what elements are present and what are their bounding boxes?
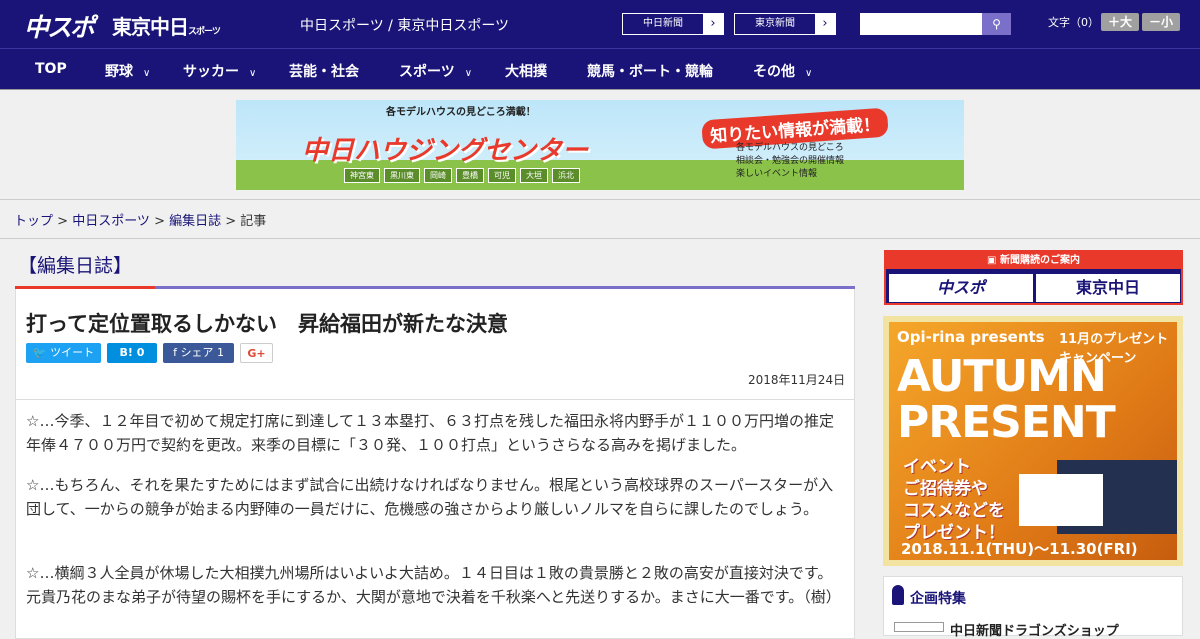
ad-subtext-line: コスメなどを [903, 501, 1005, 521]
facebook-count: 1 [216, 346, 224, 359]
breadcrumb-current: 記事 [240, 214, 267, 229]
ad-headline-line: AUTUMN [897, 351, 1107, 402]
banner-tag: 岡崎 [424, 168, 452, 183]
breadcrumb-sep: > [53, 214, 73, 229]
ad-dates: 2018.11.1(THU)～11.30(FRI) [901, 540, 1138, 558]
chevron-down-icon: ∨ [143, 68, 151, 79]
nav-item-label: その他 [753, 64, 795, 80]
twitter-icon: 🐦 [32, 346, 47, 359]
nav-item-top[interactable]: TOP [35, 61, 67, 77]
tweet-label: ツイート [50, 346, 95, 359]
banner-list-item: 楽しいイベント情報 [736, 169, 818, 179]
nav-item-sumo[interactable]: 大相撲 [505, 61, 547, 81]
main-nav: TOP 野球 ∨ サッカー ∨ 芸能・社会 スポーツ ∨ 大相撲 競馬・ボート・競輪 … [0, 48, 1200, 89]
breadcrumb-diary-link[interactable]: 編集日誌 [169, 214, 221, 229]
ad-brand: Opi-rina presents [897, 328, 1045, 346]
nav-item-racing[interactable]: 競馬・ボート・競輪 [587, 61, 713, 81]
banner-tag: 豊橋 [456, 168, 484, 183]
breadcrumb-top-link[interactable]: トップ [14, 214, 53, 229]
subscribe-tokyo-button[interactable]: 東京中日 [1036, 274, 1180, 302]
subscribe-title-text: 新聞購読のご案内 [999, 255, 1080, 266]
breadcrumb: トップ > 中日スポーツ > 編集日誌 > 記事 [14, 210, 266, 229]
facebook-share-button[interactable]: f シェア 1 [163, 343, 234, 363]
logo-tokyo-text: 東京中日 [112, 15, 189, 39]
search-icon: ⚲ [992, 17, 1001, 31]
article-title: 打って定位置取るしかない 昇給福田が新たな決意 [26, 312, 508, 336]
chevron-right-icon: › [703, 14, 723, 34]
breadcrumb-chunichi-link[interactable]: 中日スポーツ [72, 214, 150, 229]
font-larger-button[interactable]: ＋大 [1101, 13, 1139, 31]
nav-item-label: サッカー [183, 64, 239, 80]
hatena-icon: B! [119, 346, 133, 359]
nav-item-soccer[interactable]: サッカー ∨ [183, 61, 256, 81]
ribbon-icon [892, 585, 904, 605]
logo-tokyo-sub: スポーツ [188, 27, 221, 37]
banner-main-text: 中日ハウジングセンター [302, 136, 589, 166]
paper-button-label: 中日新聞 [643, 18, 683, 29]
banner-list-item: 各モデルハウスの見どころ [736, 143, 844, 153]
banner-tag: 黒川東 [384, 168, 420, 183]
nav-item-sports[interactable]: スポーツ ∨ [399, 61, 472, 81]
chevron-down-icon: ∨ [805, 68, 813, 79]
font-smaller-button[interactable]: －小 [1142, 13, 1180, 31]
ad-subtext-line: イベント [903, 457, 971, 477]
ad-subtext-line: ご招待券や [903, 479, 988, 499]
subscribe-chusupo-button[interactable]: 中スポ [889, 274, 1033, 302]
breadcrumb-bottom-border [0, 238, 1200, 239]
hatena-button[interactable]: B! 0 [107, 343, 157, 363]
ad-headline: AUTUMN PRESENT [897, 351, 1116, 448]
chevron-right-icon: › [815, 14, 835, 34]
banner-tag: 浜北 [552, 168, 580, 183]
tokyo-chunichi-logo[interactable]: 東京中日スポーツ [112, 11, 221, 40]
ad-subtext: イベント ご招待券や コスメなどを プレゼント！ [903, 456, 1005, 544]
nav-item-entertainment[interactable]: 芸能・社会 [289, 61, 359, 81]
chunichi-shimbun-button[interactable]: 中日新聞 › [622, 13, 724, 35]
site-title: 中日スポーツ / 東京中日スポーツ [300, 18, 510, 34]
banner-tags: 神宮東 黒川東 岡崎 豊橋 可児 大垣 浜北 [344, 168, 580, 183]
google-plus-button[interactable]: G+ [240, 343, 273, 363]
nav-item-label: スポーツ [399, 64, 455, 80]
search-input[interactable] [860, 13, 982, 35]
banner-list-item: 相談会・勉強会の開催情報 [736, 156, 845, 166]
banner-tag: 大垣 [520, 168, 548, 183]
banner-list: 各モデルハウスの見どころ 相談会・勉強会の開催情報 楽しいイベント情報 [736, 142, 844, 181]
ad-product-photo [1019, 474, 1103, 526]
subscribe-title: ▣ 新聞購読のご案内 [886, 252, 1181, 269]
breadcrumb-top-border [0, 199, 1200, 200]
breadcrumb-sep: > [149, 214, 170, 229]
nav-item-other[interactable]: その他 ∨ [753, 61, 812, 81]
nav-divider [0, 89, 1200, 90]
facebook-icon: f [173, 346, 177, 359]
newspaper-icon: ▣ [987, 255, 997, 266]
breadcrumb-sep: > [221, 214, 241, 229]
chunichi-sports-logo[interactable]: 中スポ [24, 8, 95, 44]
chevron-down-icon: ∨ [249, 68, 257, 79]
banner-tag: 可児 [488, 168, 516, 183]
feature-title: 企画特集 [910, 591, 966, 607]
ad-headline-line: PRESENT [897, 397, 1116, 448]
banner-tag: 神宮東 [344, 168, 380, 183]
housing-center-banner[interactable]: 各モデルハウスの見どころ満載！ 中日ハウジングセンター 知りたい情報が満載！ 各… [236, 100, 964, 190]
chevron-down-icon: ∨ [464, 68, 473, 79]
article-date: 2018年11月24日 [748, 373, 846, 387]
font-size-label: 文字（0） [1048, 16, 1099, 29]
section-heading: 【編集日誌】 [18, 255, 133, 277]
nav-item-baseball[interactable]: 野球 ∨ [105, 61, 150, 81]
facebook-share-label: シェア [180, 346, 214, 359]
paper-button-label: 東京新聞 [755, 18, 795, 29]
feature-thumbnail[interactable] [894, 622, 944, 632]
search-button[interactable]: ⚲ [982, 13, 1011, 35]
tokyo-shimbun-button[interactable]: 東京新聞 › [734, 13, 836, 35]
article-paragraph: ☆…もちろん、それを果たすためにはまず試合に出続けなければなりません。根尾という… [26, 476, 834, 518]
nav-item-label: 野球 [105, 64, 133, 80]
tweet-button[interactable]: 🐦 ツイート [26, 343, 101, 363]
banner-top-text: 各モデルハウスの見どころ満載！ [386, 107, 536, 118]
site-header: 中スポ 東京中日スポーツ 中日スポーツ / 東京中日スポーツ 中日新聞 › 東京新… [0, 0, 1200, 48]
article-paragraph: ☆…横綱３人全員が休場した大相撲九州場所はいよいよ大詰め。１４日目は１敗の貴景勝… [26, 564, 841, 606]
article-paragraph: ☆…今季、１２年目で初めて規定打席に到達して１３本塁打、６３打点を残した福田永将… [26, 412, 835, 454]
subscribe-box: ▣ 新聞購読のご案内 中スポ 東京中日 [884, 250, 1183, 305]
hatena-count: 0 [136, 346, 145, 359]
autumn-present-ad[interactable]: Opi-rina presents 11月のプレゼントキャンペーン AUTUMN… [883, 316, 1183, 566]
